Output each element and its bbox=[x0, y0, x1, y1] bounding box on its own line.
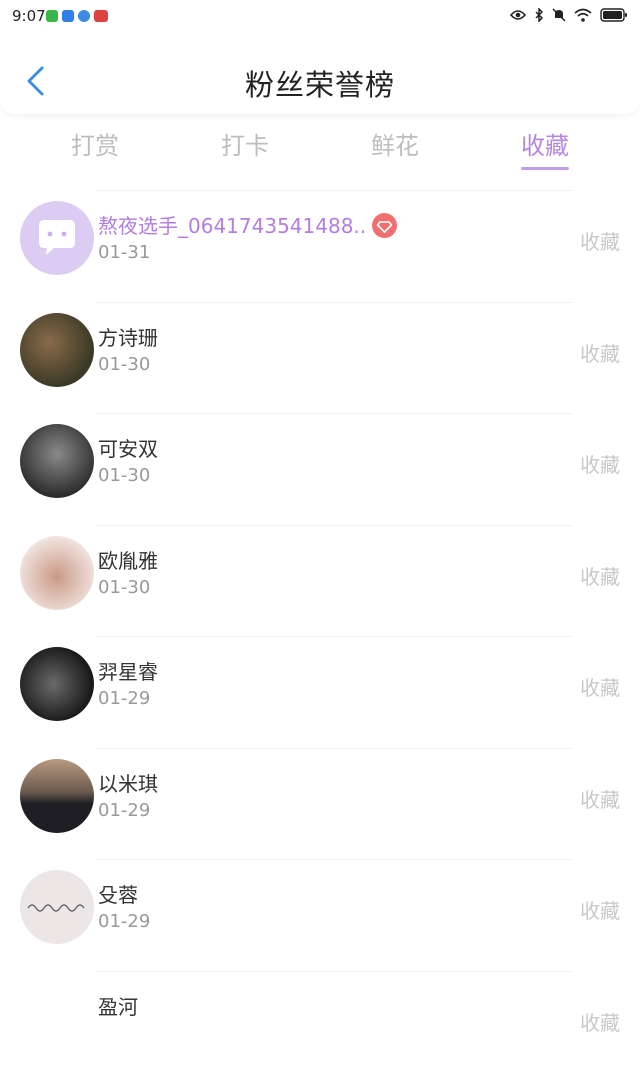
divider bbox=[96, 636, 572, 637]
eye-icon bbox=[510, 9, 526, 21]
favorite-label: 收藏 bbox=[580, 672, 620, 701]
system-icons bbox=[510, 8, 628, 22]
page-title: 粉丝荣誉榜 bbox=[0, 62, 640, 104]
bluetooth-icon bbox=[534, 8, 544, 22]
fan-name: 殳蓉 bbox=[98, 879, 138, 908]
avatar[interactable] bbox=[20, 647, 94, 721]
fan-date: 01-29 bbox=[98, 800, 150, 821]
fan-name: 羿星睿 bbox=[98, 656, 158, 685]
fan-date: 01-30 bbox=[98, 354, 150, 375]
list-item[interactable]: 欧胤雅 01-30 收藏 bbox=[0, 525, 640, 637]
wifi-icon bbox=[574, 8, 592, 22]
favorite-label: 收藏 bbox=[580, 784, 620, 813]
status-bar: 9:07 bbox=[0, 0, 640, 34]
favorite-label: 收藏 bbox=[580, 561, 620, 590]
list-item[interactable]: 盈河 收藏 bbox=[0, 971, 640, 1082]
divider bbox=[96, 413, 572, 414]
fan-date: 01-30 bbox=[98, 465, 150, 486]
list-item[interactable]: 以米琪 01-29 收藏 bbox=[0, 748, 640, 860]
browser-icon bbox=[78, 10, 90, 22]
fan-name: 盈河 bbox=[98, 991, 138, 1020]
handwriting-image bbox=[20, 870, 94, 944]
favorite-label: 收藏 bbox=[580, 895, 620, 924]
header: 粉丝荣誉榜 bbox=[0, 34, 640, 114]
divider bbox=[96, 302, 572, 303]
avatar[interactable] bbox=[20, 201, 94, 275]
active-tab-indicator bbox=[521, 167, 569, 170]
fan-date: 01-31 bbox=[98, 242, 150, 263]
list-item[interactable]: 可安双 01-30 收藏 bbox=[0, 413, 640, 525]
favorite-label: 收藏 bbox=[580, 1007, 620, 1036]
avatar[interactable] bbox=[20, 870, 94, 944]
avatar[interactable] bbox=[20, 424, 94, 498]
fan-name: 欧胤雅 bbox=[98, 545, 158, 574]
notification-icons bbox=[46, 10, 108, 22]
list-item[interactable]: 方诗珊 01-30 收藏 bbox=[0, 302, 640, 414]
tab-checkin[interactable]: 打卡 bbox=[185, 126, 305, 161]
avatar[interactable] bbox=[20, 313, 94, 387]
avatar[interactable] bbox=[20, 759, 94, 833]
wechat-icon bbox=[46, 10, 58, 22]
divider bbox=[96, 859, 572, 860]
vip-diamond-icon bbox=[372, 213, 397, 238]
list-item[interactable]: 羿星睿 01-29 收藏 bbox=[0, 636, 640, 748]
divider bbox=[96, 748, 572, 749]
chat-bubble-icon bbox=[20, 201, 94, 275]
divider bbox=[96, 971, 572, 972]
tab-favorites[interactable]: 收藏 bbox=[485, 126, 605, 161]
fan-name: 方诗珊 bbox=[98, 322, 158, 351]
battery-icon bbox=[600, 8, 628, 22]
mute-icon bbox=[552, 8, 566, 22]
list-item[interactable]: 熬夜选手_0641743541488.. 01-31 收藏 bbox=[0, 190, 640, 302]
favorite-label: 收藏 bbox=[580, 338, 620, 367]
divider bbox=[96, 190, 572, 191]
fan-name: 可安双 bbox=[98, 433, 158, 462]
list-item[interactable]: 殳蓉 01-29 收藏 bbox=[0, 859, 640, 971]
tab-flowers[interactable]: 鲜花 bbox=[335, 126, 455, 161]
fan-name: 以米琪 bbox=[98, 768, 158, 797]
fan-name: 熬夜选手_0641743541488.. bbox=[98, 210, 366, 239]
tab-bar: 打赏 打卡 鲜花 收藏 bbox=[0, 118, 640, 174]
fan-date: 01-29 bbox=[98, 688, 150, 709]
fan-date: 01-30 bbox=[98, 577, 150, 598]
news-icon bbox=[94, 10, 108, 22]
avatar[interactable] bbox=[20, 536, 94, 610]
fan-list: 熬夜选手_0641743541488.. 01-31 收藏 方诗珊 01-30 … bbox=[0, 190, 640, 1082]
fan-date: 01-29 bbox=[98, 911, 150, 932]
status-time: 9:07 bbox=[12, 7, 46, 25]
favorite-label: 收藏 bbox=[580, 449, 620, 478]
app-icon bbox=[62, 10, 74, 22]
favorite-label: 收藏 bbox=[580, 226, 620, 255]
tab-reward[interactable]: 打赏 bbox=[35, 126, 155, 161]
divider bbox=[96, 525, 572, 526]
